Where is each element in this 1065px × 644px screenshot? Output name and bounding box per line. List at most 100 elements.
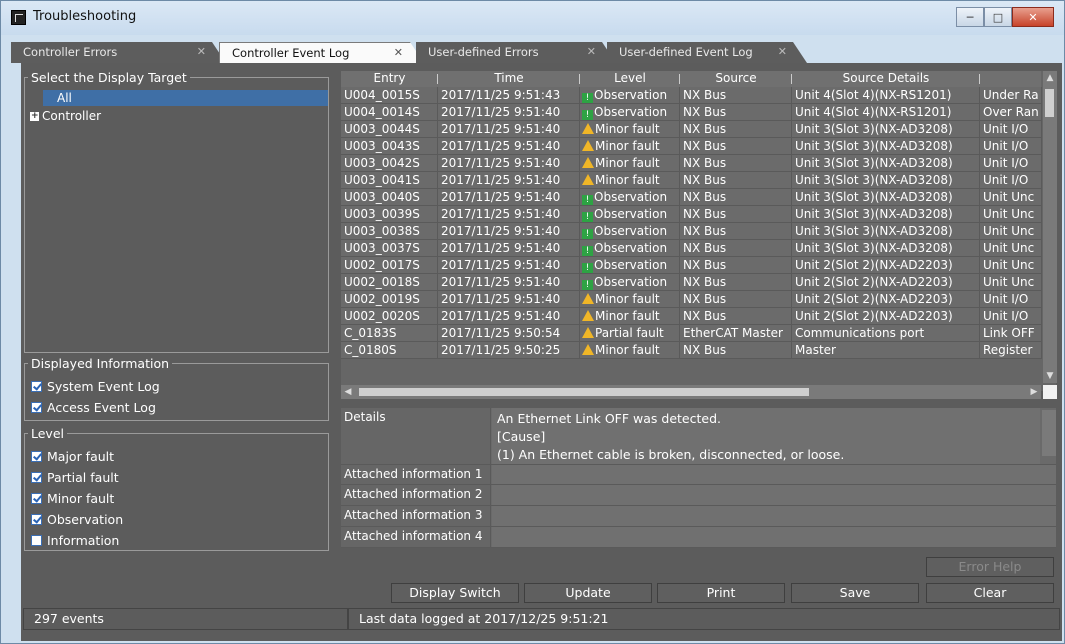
checkbox-information[interactable]: Information (31, 533, 119, 548)
description-cell: Unit I/O (980, 291, 1042, 308)
cell-text: 2017/11/25 9:51:43 (441, 88, 561, 102)
checkbox-partial-fault[interactable]: Partial fault (31, 470, 119, 485)
scroll-thumb[interactable] (359, 388, 809, 396)
attached-info-value[interactable] (492, 465, 1056, 484)
cell-text: NX Bus (683, 173, 727, 187)
source-details-cell: Unit 3(Slot 3)(NX-AD3208) (792, 223, 980, 240)
table-row[interactable]: U003_0040S 2017/11/25 9:51:40! Observation… (341, 189, 1042, 206)
cell-text: Observation (594, 258, 668, 272)
table-row[interactable]: U003_0039S 2017/11/25 9:51:40! Observation… (341, 206, 1042, 223)
minimize-icon[interactable]: ─ (956, 7, 984, 27)
print-button[interactable]: Print (657, 583, 785, 603)
details-text[interactable]: An Ethernet Link OFF was detected. [Caus… (492, 408, 1040, 464)
checkbox-access-event-log[interactable]: Access Event Log (31, 400, 156, 415)
table-row[interactable]: U002_0018S 2017/11/25 9:51:40! Observation… (341, 274, 1042, 291)
table-row[interactable]: U002_0020S 2017/11/25 9:51:40 Minor fault N… (341, 308, 1042, 325)
checkbox-icon[interactable] (31, 451, 42, 462)
title-bar: Troubleshooting ─ □ ✕ (1, 1, 1064, 35)
description-cell: Link OFF (980, 325, 1042, 342)
close-tab-icon[interactable]: ✕ (587, 45, 596, 58)
attached-info-value[interactable] (492, 485, 1056, 505)
checkbox-major-fault[interactable]: Major fault (31, 449, 114, 464)
table-row[interactable]: U002_0017S 2017/11/25 9:51:40! Observation… (341, 257, 1042, 274)
tree-item-all[interactable]: All (43, 90, 328, 106)
entry-cell: U003_0042S (341, 155, 438, 172)
column-header-level[interactable]: Level (580, 71, 680, 87)
table-row[interactable]: U003_0037S 2017/11/25 9:51:40! Observation… (341, 240, 1042, 257)
update-button[interactable]: Update (524, 583, 652, 603)
close-tab-icon[interactable]: ✕ (778, 45, 787, 58)
app-icon (11, 10, 26, 25)
cell-text: Under Ra (983, 88, 1039, 102)
description-cell: Over Ran (980, 104, 1042, 121)
checkbox-icon[interactable] (31, 402, 42, 413)
table-row[interactable]: U002_0019S 2017/11/25 9:51:40 Minor fault N… (341, 291, 1042, 308)
column-header-entry[interactable]: Entry (341, 71, 438, 87)
table-horizontal-scrollbar[interactable]: ◀ ▶ (341, 385, 1041, 399)
table-row[interactable]: C_0183S 2017/11/25 9:50:54 Partial fault Et… (341, 325, 1042, 342)
level-cell: Minor fault (580, 342, 680, 359)
table-row[interactable]: C_0180S 2017/11/25 9:50:25 Minor fault NX B… (341, 342, 1042, 359)
attached-info-value[interactable] (492, 527, 1056, 547)
scroll-thumb[interactable] (1045, 89, 1054, 117)
column-label: Level (614, 71, 646, 85)
table-row[interactable]: U004_0014S 2017/11/25 9:51:40! Observation… (341, 104, 1042, 121)
table-row[interactable]: U003_0043S 2017/11/25 9:51:40 Minor fault N… (341, 138, 1042, 155)
table-vertical-scrollbar[interactable]: ▲ ▼ (1043, 71, 1057, 383)
close-icon[interactable]: ✕ (1012, 7, 1054, 27)
checkbox-icon[interactable] (31, 535, 42, 546)
clear-button[interactable]: Clear (926, 583, 1054, 603)
save-button[interactable]: Save (791, 583, 919, 603)
column-header-description[interactable] (980, 71, 1042, 87)
table-row[interactable]: U004_0015S 2017/11/25 9:51:43! Observation… (341, 87, 1042, 104)
level-cell: Minor fault (580, 155, 680, 172)
column-header-source[interactable]: Source (680, 71, 792, 87)
checkbox-icon[interactable] (31, 514, 42, 525)
source-details-cell: Unit 2(Slot 2)(NX-AD2203) (792, 274, 980, 291)
checkbox-icon[interactable] (31, 381, 42, 392)
column-header-time[interactable]: Time (438, 71, 580, 87)
tab-controller-errors[interactable]: Controller Errors ✕ (11, 42, 226, 63)
expand-icon[interactable]: + (30, 111, 39, 121)
cell-text: Link OFF (983, 326, 1035, 340)
close-tab-icon[interactable]: ✕ (394, 46, 403, 59)
table-row[interactable]: U003_0044S 2017/11/25 9:51:40 Minor fault N… (341, 121, 1042, 138)
checkbox-minor-fault[interactable]: Minor fault (31, 491, 114, 506)
cell-text: U004_0014S (344, 105, 420, 119)
scroll-up-icon[interactable]: ▲ (1043, 71, 1057, 85)
table-row[interactable]: U003_0038S 2017/11/25 9:51:40! Observation… (341, 223, 1042, 240)
cell-text: Register (983, 343, 1033, 357)
attached-info-value[interactable] (492, 506, 1056, 526)
scroll-down-icon[interactable]: ▼ (1043, 369, 1057, 383)
checkbox-icon[interactable] (31, 472, 42, 483)
cell-text: 2017/11/25 9:51:40 (441, 292, 561, 306)
cell-text: U003_0043S (344, 139, 420, 153)
checkbox-icon[interactable] (31, 493, 42, 504)
details-scrollbar[interactable] (1042, 410, 1056, 456)
source-cell: EtherCAT Master (680, 325, 792, 342)
error-help-button[interactable]: Error Help (926, 557, 1054, 577)
source-details-cell: Unit 3(Slot 3)(NX-AD3208) (792, 138, 980, 155)
cell-text: 2017/11/25 9:50:54 (441, 326, 561, 340)
tab-controller-event-log[interactable]: Controller Event Log ✕ (219, 42, 424, 63)
display-switch-button[interactable]: Display Switch (391, 583, 519, 603)
cell-text: Observation (594, 275, 668, 289)
column-header-source-details[interactable]: Source Details (792, 71, 980, 87)
cell-text: 2017/11/25 9:51:40 (441, 207, 561, 221)
table-row[interactable]: U003_0042S 2017/11/25 9:51:40 Minor fault N… (341, 155, 1042, 172)
scroll-right-icon[interactable]: ▶ (1027, 385, 1041, 399)
checkbox-system-event-log[interactable]: System Event Log (31, 379, 160, 394)
tab-user-defined-event-log[interactable]: User-defined Event Log ✕ (607, 42, 807, 63)
scroll-left-icon[interactable]: ◀ (341, 385, 355, 399)
cell-text: Unit 3(Slot 3)(NX-AD3208) (795, 224, 953, 238)
close-tab-icon[interactable]: ✕ (197, 45, 206, 58)
table-row[interactable]: U003_0041S 2017/11/25 9:51:40 Minor fault N… (341, 172, 1042, 189)
checkbox-observation[interactable]: Observation (31, 512, 123, 527)
tab-user-defined-errors[interactable]: User-defined Errors ✕ (416, 42, 616, 63)
tab-strip: Controller Errors ✕ Controller Event Log… (11, 35, 1056, 63)
tree-item-controller[interactable]: + Controller (30, 109, 331, 123)
cell-text: U003_0044S (344, 122, 420, 136)
table-header: Entry Time Level Source Source Details (341, 71, 1041, 87)
source-cell: NX Bus (680, 240, 792, 257)
maximize-icon[interactable]: □ (984, 7, 1012, 27)
